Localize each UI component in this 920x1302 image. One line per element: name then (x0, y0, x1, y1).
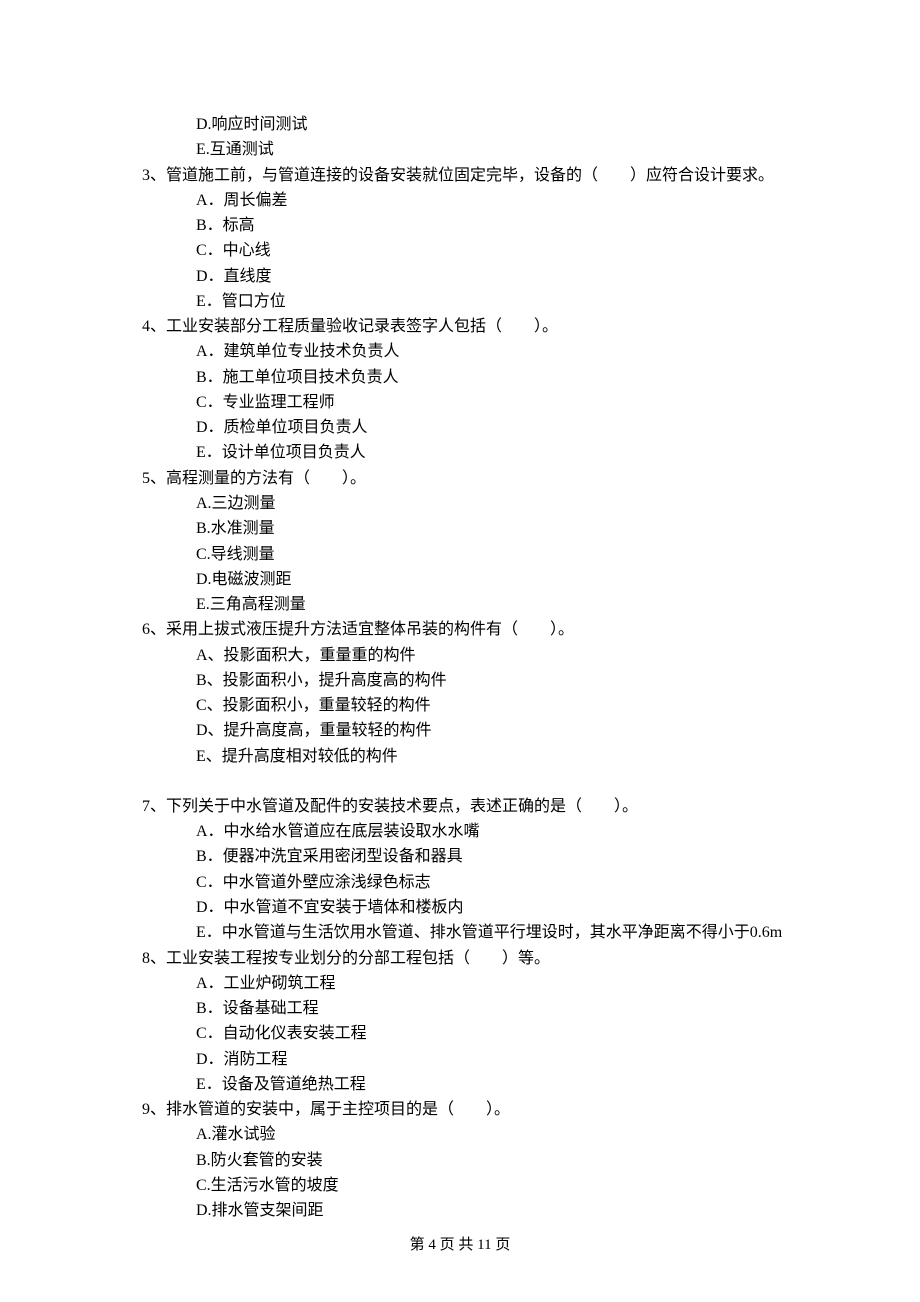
question-number: 8、 (142, 950, 166, 967)
question-stem: 3、管道施工前，与管道连接的设备安装就位固定完毕，设备的（ ）应符合设计要求。 (0, 163, 920, 188)
option-item: B、投影面积小，提升高度高的构件 (0, 668, 920, 693)
option-item: D.电磁波测距 (0, 567, 920, 592)
question-stem: 9、排水管道的安装中，属于主控项目的是（ ）。 (0, 1097, 920, 1122)
option-item: E．设备及管道绝热工程 (0, 1072, 920, 1097)
option-item: C．专业监理工程师 (0, 390, 920, 415)
page-body: D.响应时间测试 E.互通测试 3、管道施工前，与管道连接的设备安装就位固定完毕… (0, 0, 920, 1223)
option-item: D．质检单位项目负责人 (0, 415, 920, 440)
question-text: 高程测量的方法有（ ）。 (166, 470, 366, 487)
option-item: D、提升高度高，重量较轻的构件 (0, 718, 920, 743)
option-item: A．中水给水管道应在底层装设取水水嘴 (0, 819, 920, 844)
option-item: B．施工单位项目技术负责人 (0, 365, 920, 390)
option-item: B.防火套管的安装 (0, 1148, 920, 1173)
question-number: 7、 (142, 798, 166, 815)
option-item: A.灌水试验 (0, 1122, 920, 1147)
option-item: A．工业炉砌筑工程 (0, 971, 920, 996)
option-item: B.水准测量 (0, 516, 920, 541)
option-item: B．便器冲洗宜采用密闭型设备和器具 (0, 844, 920, 869)
option-item: D．中水管道不宜安装于墙体和楼板内 (0, 895, 920, 920)
question-text: 排水管道的安装中，属于主控项目的是（ ）。 (166, 1101, 510, 1118)
option-item: D．消防工程 (0, 1047, 920, 1072)
question-number: 3、 (142, 167, 166, 184)
option-item: A.三边测量 (0, 491, 920, 516)
page-footer: 第 4 页 共 11 页 (0, 1234, 920, 1258)
option-item: D.排水管支架间距 (0, 1198, 920, 1223)
option-item: D.响应时间测试 (0, 112, 920, 137)
option-item: E．中水管道与生活饮用水管道、排水管道平行埋设时，其水平净距离不得小于0.6m (0, 920, 920, 945)
question-stem: 5、高程测量的方法有（ ）。 (0, 466, 920, 491)
option-item: C．中心线 (0, 238, 920, 263)
question-text: 工业安装工程按专业划分的分部工程包括（ ）等。 (166, 950, 550, 967)
question-text: 工业安装部分工程质量验收记录表签字人包括（ ）。 (166, 318, 558, 335)
option-item: B．标高 (0, 213, 920, 238)
question-stem: 4、工业安装部分工程质量验收记录表签字人包括（ ）。 (0, 314, 920, 339)
option-item: C.导线测量 (0, 542, 920, 567)
option-item: D．直线度 (0, 264, 920, 289)
option-item: E.互通测试 (0, 137, 920, 162)
question-number: 5、 (142, 470, 166, 487)
question-number: 6、 (142, 621, 166, 638)
option-item: C．中水管道外壁应涂浅绿色标志 (0, 870, 920, 895)
option-item: B．设备基础工程 (0, 996, 920, 1021)
question-stem: 6、采用上拔式液压提升方法适宜整体吊装的构件有（ ）。 (0, 617, 920, 642)
option-item: A．周长偏差 (0, 188, 920, 213)
question-text: 下列关于中水管道及配件的安装技术要点，表述正确的是（ ）。 (166, 798, 638, 815)
option-item: E．管口方位 (0, 289, 920, 314)
option-item: E．设计单位项目负责人 (0, 440, 920, 465)
question-stem: 7、下列关于中水管道及配件的安装技术要点，表述正确的是（ ）。 (0, 794, 920, 819)
blank-line (0, 769, 920, 794)
question-stem: 8、工业安装工程按专业划分的分部工程包括（ ）等。 (0, 946, 920, 971)
question-number: 4、 (142, 318, 166, 335)
option-item: E.三角高程测量 (0, 592, 920, 617)
option-item: A、投影面积大，重量重的构件 (0, 643, 920, 668)
question-number: 9、 (142, 1101, 166, 1118)
option-item: C．自动化仪表安装工程 (0, 1021, 920, 1046)
question-text: 管道施工前，与管道连接的设备安装就位固定完毕，设备的（ ）应符合设计要求。 (166, 167, 774, 184)
option-item: C、投影面积小，重量较轻的构件 (0, 693, 920, 718)
option-item: C.生活污水管的坡度 (0, 1173, 920, 1198)
question-text: 采用上拔式液压提升方法适宜整体吊装的构件有（ ）。 (166, 621, 574, 638)
option-item: A．建筑单位专业技术负责人 (0, 339, 920, 364)
option-item: E、提升高度相对较低的构件 (0, 744, 920, 769)
